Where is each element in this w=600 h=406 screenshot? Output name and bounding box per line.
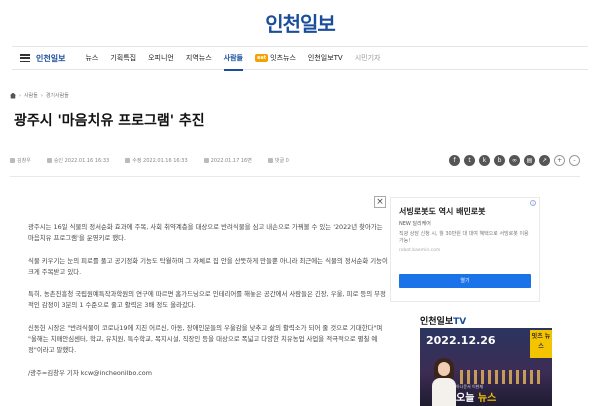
nav-item-opinion[interactable]: 오피니언 xyxy=(148,53,174,63)
tv-section-title[interactable]: 인천일보TV xyxy=(420,314,466,327)
nav-brand[interactable]: 인천일보 xyxy=(36,53,65,64)
comment-count[interactable]: 댓글 0 xyxy=(267,157,289,164)
clock-icon xyxy=(46,158,52,163)
nav-item-news[interactable]: 뉴스 xyxy=(85,53,98,63)
nav-item-citizen-reporter[interactable]: 시민기자 xyxy=(355,53,381,63)
ad-description: 직광 상담 신청 시, 월 30만원 대 대여 혜택으로 서빙로봇 이용 가능! xyxy=(399,231,529,244)
breadcrumb-level2[interactable]: 경기사람들 xyxy=(46,92,69,99)
video-background-lights xyxy=(460,370,544,384)
font-increase-button[interactable]: + xyxy=(554,155,565,166)
nav-item-people[interactable]: 사람들 xyxy=(223,53,244,71)
main-nav: 인천일보 뉴스 기획특집 오피니언 지역뉴스 사람들 eat 잇츠뉴스 인천일보T… xyxy=(12,46,588,71)
article-paragraph: 특히, 농촌진흥청 국립원예특작과학원의 연구에 따르면 홈가드닝으로 인테리어… xyxy=(28,290,386,310)
article-byline: /광주=김창우 기자 kcw@incheonilbo.com xyxy=(28,368,152,377)
article-paragraph: 식물 키우기는 눈의 피로를 풀고 공기정화 기능도 탁월하며 그 자체로 집 … xyxy=(28,256,388,276)
nav-item-features[interactable]: 기획특집 xyxy=(110,53,136,63)
article-paragraph: 신동헌 시장은 "반려식물이 코로나19에 지친 어르신, 아동, 장애인분들의… xyxy=(28,323,383,355)
font-decrease-button[interactable]: - xyxy=(569,155,580,166)
eats-news-logo: 잇츠 뉴스 xyxy=(530,330,552,358)
ad-headline[interactable]: 서빙로봇도 역시 배민로봇 xyxy=(399,206,486,217)
ad-close-button[interactable]: × xyxy=(374,196,386,208)
menu-icon[interactable] xyxy=(20,54,30,62)
share-icon[interactable]: ↗ xyxy=(539,155,550,166)
ad-info-icon[interactable]: i xyxy=(530,200,536,206)
nav-item-tv[interactable]: 인천일보TV xyxy=(308,53,343,63)
facebook-icon[interactable]: f xyxy=(449,155,460,166)
print-icon[interactable]: ▤ xyxy=(524,155,535,166)
ad-banner[interactable]: i 서빙로봇도 역시 배민로봇 NEW 딜리케어 직광 상담 신청 시, 월 3… xyxy=(390,197,540,302)
ad-advertiser: NEW 딜리케어 xyxy=(399,221,431,227)
newspaper-icon xyxy=(203,158,209,163)
site-logo-bar: 인천일보 xyxy=(0,0,600,44)
twitter-icon[interactable]: t xyxy=(464,155,475,166)
modified-time: 수정 2022.01.16 16:33 xyxy=(125,157,188,164)
blog-icon[interactable]: b xyxy=(494,155,505,166)
anchor-figure xyxy=(432,358,456,406)
user-icon xyxy=(10,158,15,163)
kakaostory-icon[interactable]: k xyxy=(479,155,490,166)
video-caption: 오늘 뉴스 xyxy=(456,393,497,404)
tv-video-thumbnail[interactable]: 2022.12.26 잇츠 뉴스 아나운서 이현재 오늘 뉴스 xyxy=(420,328,552,406)
comment-icon xyxy=(267,158,273,163)
video-date: 2022.12.26 xyxy=(426,334,496,347)
home-icon[interactable] xyxy=(10,92,16,99)
article-body: 광주시는 16일 식물의 정서순화 효과에 주목, 사회 취약계층을 대상으로 … xyxy=(28,222,388,390)
nav-item-eatsnews[interactable]: eat 잇츠뉴스 xyxy=(254,53,296,63)
breadcrumb-level1[interactable]: 사람들 xyxy=(24,92,38,99)
ad-open-button[interactable]: 열기 xyxy=(399,274,531,288)
approved-time: 승인 2022.01.16 16:33 xyxy=(46,157,109,164)
link-icon[interactable]: ∞ xyxy=(509,155,520,166)
article-paragraph: 광주시는 16일 식물의 정서순화 효과에 주목, 사회 취약계층을 대상으로 … xyxy=(28,223,383,243)
nav-item-local[interactable]: 지역뉴스 xyxy=(186,53,212,63)
breadcrumb: › 사람들 › 경기사람들 xyxy=(10,92,69,99)
ad-url: robot.baemin.com xyxy=(399,248,441,253)
article-title: 광주시 '마음치유 프로그램' 추진 xyxy=(14,113,205,129)
share-bar: f t k b ∞ ▤ ↗ + - xyxy=(449,155,580,166)
clock-icon xyxy=(125,158,131,163)
eat-badge-icon: eat xyxy=(254,54,269,62)
nav-item-eatsnews-label: 잇츠뉴스 xyxy=(270,54,296,62)
author: 김창우 xyxy=(10,157,31,164)
published-date: 2022.01.17 16면 xyxy=(203,157,252,164)
site-logo[interactable]: 인천일보 xyxy=(265,8,336,37)
divider xyxy=(10,176,580,177)
article-meta: 김창우 승인 2022.01.16 16:33 수정 2022.01.16 16… xyxy=(10,155,580,166)
